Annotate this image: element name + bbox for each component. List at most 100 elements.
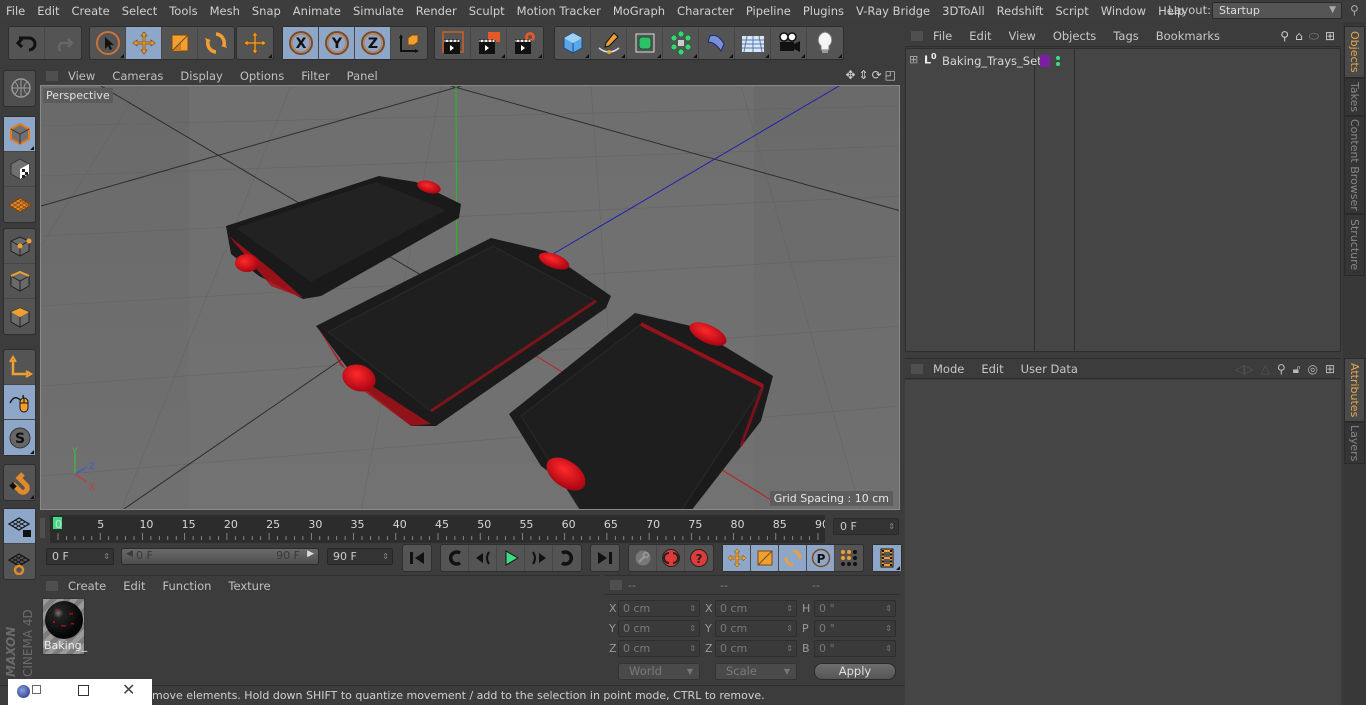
autokeying-button[interactable] <box>657 545 685 571</box>
camera-button[interactable] <box>771 27 807 59</box>
subdivision-surface-button[interactable] <box>627 27 663 59</box>
make-editable-button[interactable] <box>4 71 35 106</box>
tab-layers[interactable]: Layers <box>1344 422 1365 464</box>
current-frame-field[interactable]: 0 F ⇕ <box>833 518 899 535</box>
am-menu-mode[interactable]: Mode <box>933 362 964 376</box>
size-x-field[interactable]: 0 cm ⇕ <box>715 600 797 617</box>
viewport-menu-display[interactable]: Display <box>180 69 222 83</box>
spinner-icon[interactable]: ⇕ <box>689 601 696 616</box>
material-menu-texture[interactable]: Texture <box>228 579 270 593</box>
material-menu-edit[interactable]: Edit <box>123 579 145 593</box>
end-frame-field[interactable]: 90 F ⇕ <box>327 548 393 565</box>
size-z-field[interactable]: 0 cm ⇕ <box>715 640 797 657</box>
object-row[interactable]: ⊞ L0 Baking_Trays_Set <box>906 52 1340 70</box>
menu-motion-tracker[interactable]: Motion Tracker <box>511 4 607 18</box>
panel-grip-icon[interactable] <box>610 580 622 590</box>
panel-grip-icon[interactable] <box>911 363 923 374</box>
next-frame-button[interactable] <box>525 545 553 571</box>
om-menu-tags[interactable]: Tags <box>1113 29 1138 43</box>
orbit-view-icon[interactable]: ⟳ <box>872 68 882 82</box>
panel-grip-icon[interactable] <box>911 31 923 41</box>
material-menu-function[interactable]: Function <box>163 579 212 593</box>
y-axis-lock-button[interactable]: Y <box>319 27 355 59</box>
solo-mode-button[interactable]: S <box>4 420 35 455</box>
timeline-ruler[interactable]: 0 5 10 15 20 25 30 35 40 45 50 55 60 65 70 75 80 85 90 <box>50 515 825 543</box>
key-rotate-button[interactable] <box>779 545 807 571</box>
keyframe-selection-button[interactable]: ? <box>685 545 713 571</box>
layout-select[interactable]: Startup ▼ <box>1212 2 1342 19</box>
menu-vray-bridge[interactable]: V-Ray Bridge <box>850 4 936 18</box>
editor-visibility-dot[interactable] <box>1056 56 1060 60</box>
pan-view-icon[interactable]: ✥ <box>845 68 855 82</box>
polygons-mode-button[interactable] <box>4 299 35 334</box>
key-pla-button[interactable] <box>835 545 863 571</box>
model-mode-button[interactable] <box>4 117 35 152</box>
tab-attributes[interactable]: Attributes <box>1344 358 1365 422</box>
viewport-menu-cameras[interactable]: Cameras <box>112 69 163 83</box>
search-icon[interactable]: ⚲ <box>1350 3 1359 17</box>
menu-animate[interactable]: Animate <box>287 4 347 18</box>
tab-takes[interactable]: Takes <box>1344 78 1365 116</box>
toggle-icon[interactable]: ⬭ <box>1309 29 1319 44</box>
menu-character[interactable]: Character <box>671 4 740 18</box>
menu-sculpt[interactable]: Sculpt <box>463 4 511 18</box>
workplane-lock-button[interactable] <box>4 509 35 544</box>
timeline-window-button[interactable] <box>873 545 901 571</box>
go-to-end-button[interactable] <box>591 545 619 571</box>
position-z-field[interactable]: 0 cm ⇕ <box>618 640 700 657</box>
workplane-button[interactable] <box>4 187 35 222</box>
back-icon[interactable]: ◁▷ <box>1235 362 1253 377</box>
menu-file[interactable]: File <box>0 4 31 18</box>
preview-range-slider[interactable]: ◀ 0 F 90 F ▶ <box>121 548 319 565</box>
floor-button[interactable] <box>735 27 771 59</box>
viewport-menu-options[interactable]: Options <box>240 69 284 83</box>
dolly-view-icon[interactable]: ⇕ <box>859 68 869 82</box>
coordinate-system-button[interactable] <box>391 27 427 59</box>
menu-select[interactable]: Select <box>116 4 163 18</box>
axis-mode-button[interactable] <box>4 350 35 385</box>
menu-tools[interactable]: Tools <box>163 4 203 18</box>
spinner-icon[interactable]: ⇕ <box>885 601 892 616</box>
material-item[interactable]: Baking_ <box>42 598 87 655</box>
search-icon[interactable]: ⚲ <box>1277 362 1286 377</box>
new-panel-icon[interactable]: ⊞ <box>1325 362 1335 377</box>
material-menu-create[interactable]: Create <box>68 579 106 593</box>
key-param-button[interactable]: P <box>807 545 835 571</box>
menu-pipeline[interactable]: Pipeline <box>740 4 797 18</box>
menu-script[interactable]: Script <box>1049 4 1094 18</box>
x-axis-lock-button[interactable]: X <box>283 27 319 59</box>
range-right-arrow-icon[interactable]: ▶ <box>307 549 314 559</box>
toggle-layout-icon[interactable]: ◰ <box>885 68 896 82</box>
spinner-icon[interactable]: ⇕ <box>689 641 696 656</box>
render-picture-viewer-button[interactable] <box>471 27 507 59</box>
panel-grip-icon[interactable] <box>46 580 58 591</box>
tweak-mode-button[interactable] <box>4 385 35 420</box>
light-button[interactable] <box>807 27 843 59</box>
deformer-button[interactable] <box>699 27 735 59</box>
om-menu-objects[interactable]: Objects <box>1053 29 1096 43</box>
range-left-arrow-icon[interactable]: ◀ <box>126 549 133 559</box>
previous-key-button[interactable] <box>441 545 469 571</box>
am-menu-edit[interactable]: Edit <box>981 362 1003 376</box>
snap-button[interactable] <box>4 465 35 500</box>
move-button[interactable] <box>126 27 162 59</box>
render-view-button[interactable] <box>435 27 471 59</box>
spinner-icon[interactable]: ⇕ <box>689 621 696 636</box>
position-y-field[interactable]: 0 cm ⇕ <box>618 620 700 637</box>
key-scale-button[interactable] <box>751 545 779 571</box>
z-axis-lock-button[interactable]: Z <box>355 27 391 59</box>
key-move-button[interactable] <box>723 545 751 571</box>
lock-icon[interactable]: 🔓︎ <box>1293 362 1301 377</box>
3d-viewport[interactable]: Y Z X Perspective Grid Spacing : 10 cm <box>40 85 900 510</box>
texture-mode-button[interactable] <box>4 152 35 187</box>
menu-render[interactable]: Render <box>410 4 463 18</box>
size-y-field[interactable]: 0 cm ⇕ <box>715 620 797 637</box>
coordinate-mode-select[interactable]: World ▼ <box>618 663 700 680</box>
play-button[interactable] <box>497 545 525 571</box>
start-frame-field[interactable]: 0 F ⇕ <box>46 548 114 565</box>
cube-button[interactable] <box>555 27 591 59</box>
menu-mesh[interactable]: Mesh <box>204 4 246 18</box>
maximize-icon[interactable] <box>78 685 89 696</box>
camera-label[interactable]: Perspective <box>43 88 113 103</box>
pen-button[interactable] <box>591 27 627 59</box>
